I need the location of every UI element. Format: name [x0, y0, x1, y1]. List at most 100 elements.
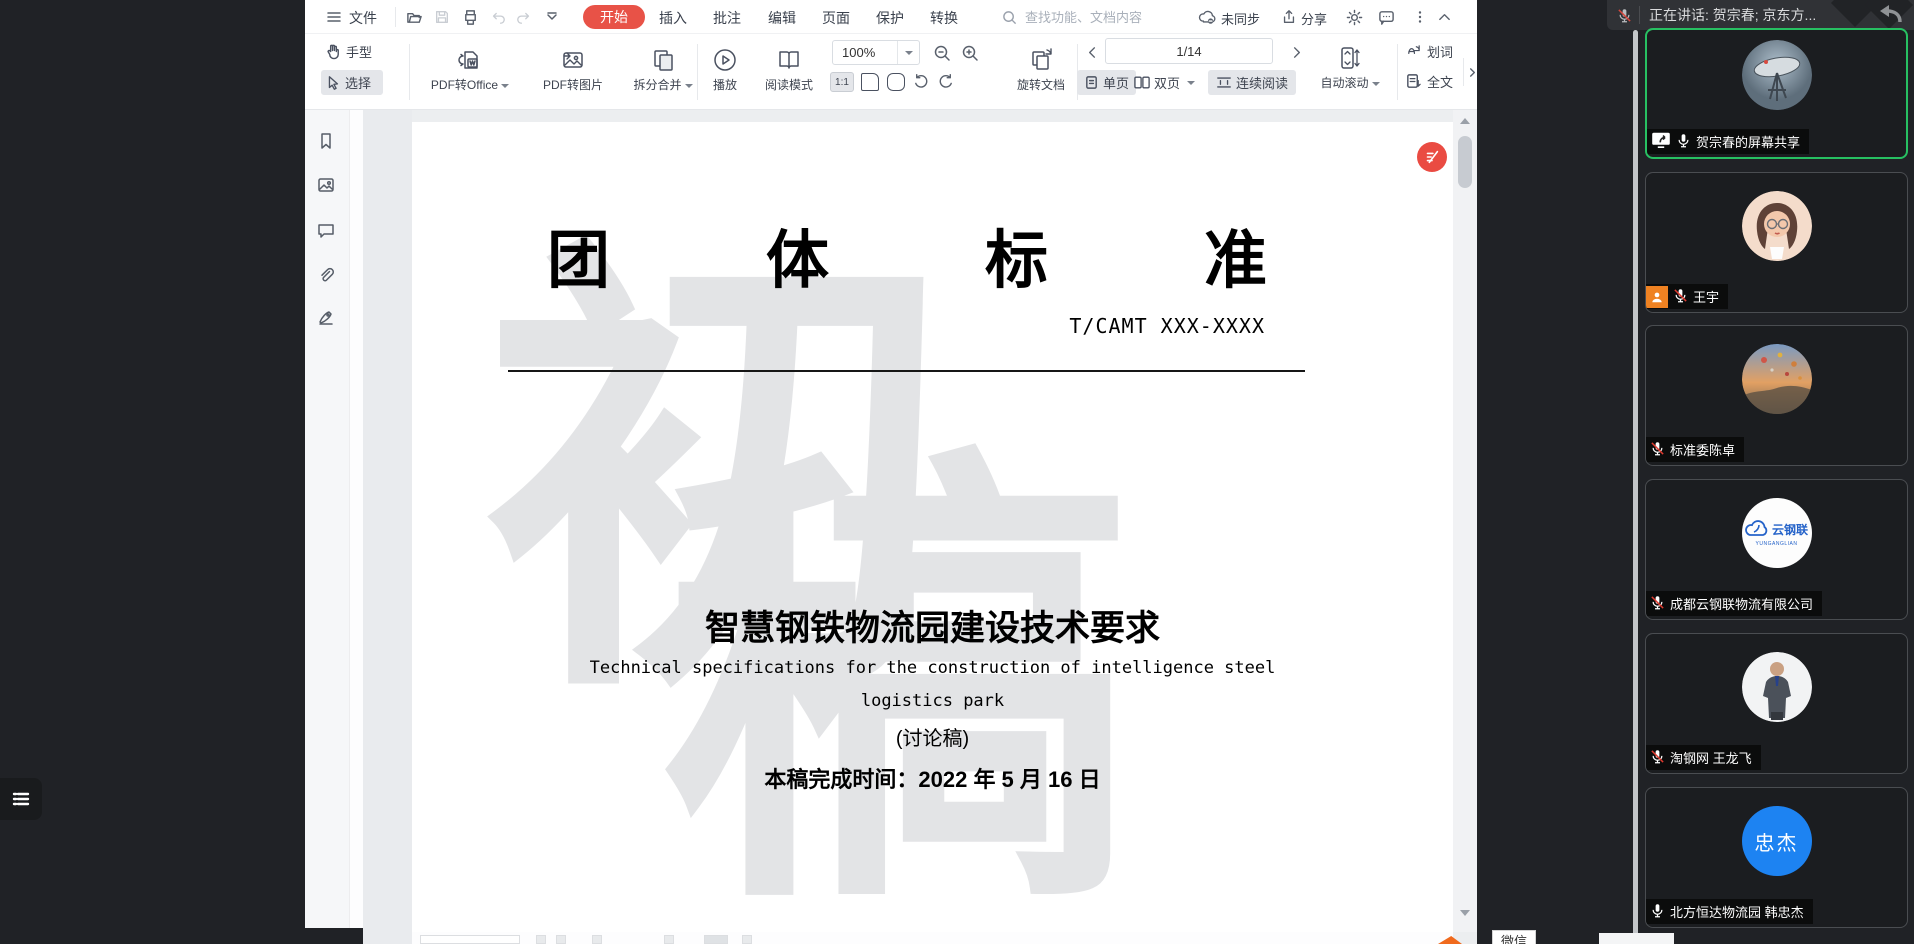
participant-label: 北方恒达物流园 韩忠杰: [1646, 899, 1813, 924]
tab-protect[interactable]: 保护: [876, 8, 904, 28]
list-icon: [10, 788, 32, 810]
page-indicator-input[interactable]: [1105, 38, 1273, 64]
actual-size-button[interactable]: 1:1: [830, 72, 854, 92]
caret-down-icon: [501, 84, 509, 88]
edit-disabled-badge[interactable]: [1417, 142, 1447, 172]
participant-tile[interactable]: 标准委陈卓: [1645, 325, 1908, 466]
left-tool-strip: [305, 110, 350, 928]
zoom-level-select[interactable]: 100%: [832, 40, 920, 65]
full-text-button[interactable]: 全文: [1405, 72, 1453, 91]
hamburger-menu-icon[interactable]: [325, 8, 343, 26]
participant-tile[interactable]: 贺宗春的屏幕共享: [1645, 28, 1908, 159]
app-user-badge-icon: [1646, 286, 1668, 308]
zoom-in-icon[interactable]: [961, 44, 979, 62]
double-page-button[interactable]: 双页: [1129, 70, 1200, 95]
split-merge-icon: [617, 44, 709, 76]
continuous-read-button[interactable]: 连续阅读: [1208, 70, 1296, 95]
feedback-chat-icon[interactable]: [1377, 8, 1395, 26]
word-pick-button[interactable]: 划词: [1405, 42, 1453, 61]
participant-tile[interactable]: 忠杰 北方恒达物流园 韩忠杰: [1645, 787, 1908, 928]
attachment-icon[interactable]: [317, 266, 337, 286]
select-tool[interactable]: 选择: [321, 70, 383, 95]
settings-gear-icon[interactable]: [1345, 8, 1363, 26]
pdf-to-office-button[interactable]: PDF转Office: [417, 44, 523, 93]
single-page-label: 单页: [1103, 73, 1129, 92]
fit-page-icon[interactable]: [887, 73, 905, 96]
toolbar-expander-icon[interactable]: [1463, 58, 1481, 86]
signature-stamp-icon[interactable]: [317, 308, 337, 328]
read-mode-button[interactable]: 阅读模式: [753, 44, 825, 93]
completion-date: 本稿完成时间：2022 年 5 月 16 日: [412, 762, 1453, 794]
avatar: 忠杰: [1742, 806, 1812, 876]
participant-label: 淘钢网 王龙飞: [1646, 745, 1761, 770]
mic-on-icon: [1650, 903, 1665, 921]
next-page-icon[interactable]: [1287, 43, 1305, 61]
document-page[interactable]: 初 稿 团 体 标 准 T/CAMT XXX-XXXX 智慧钢铁物流园建设技术要…: [412, 122, 1453, 932]
zoom-select-caret[interactable]: [897, 41, 919, 64]
prev-page-icon[interactable]: [1083, 43, 1101, 61]
zoom-out-icon[interactable]: [933, 44, 951, 62]
participant-name: 标准委陈卓: [1670, 440, 1735, 459]
menu-file[interactable]: 文件: [349, 8, 377, 28]
cloud-sync-icon[interactable]: [1198, 8, 1216, 26]
tab-edit[interactable]: 编辑: [768, 8, 796, 28]
single-page-button[interactable]: 单页: [1077, 70, 1136, 95]
tab-insert[interactable]: 插入: [659, 8, 687, 28]
participant-list-scrollbar[interactable]: [1633, 30, 1638, 944]
avatar: [1742, 40, 1812, 110]
reply-arrow-icon[interactable]: [1876, 2, 1904, 31]
document-scrollbar[interactable]: [1453, 110, 1477, 932]
scroll-down-icon[interactable]: [1460, 910, 1470, 916]
open-file-icon[interactable]: [405, 8, 423, 26]
kebab-menu-icon[interactable]: [1411, 8, 1429, 26]
undo-icon[interactable]: [489, 8, 507, 26]
participant-tile[interactable]: 淘钢网 王龙飞: [1645, 633, 1908, 774]
search-input[interactable]: [1023, 9, 1173, 26]
logo-text: 云钢联: [1772, 521, 1808, 538]
play-button[interactable]: 播放: [701, 44, 749, 93]
tab-convert[interactable]: 转换: [930, 8, 958, 28]
share-label[interactable]: 分享: [1301, 9, 1327, 28]
thumbnails-icon[interactable]: [317, 176, 337, 196]
status-fragment: [664, 935, 674, 944]
hand-tool[interactable]: 手型: [325, 42, 372, 61]
status-bar: [412, 932, 1453, 944]
bookmark-icon[interactable]: [317, 132, 337, 152]
play-label: 播放: [713, 78, 737, 92]
rotate-ccw-icon[interactable]: [911, 72, 929, 90]
sync-status-label: 未同步: [1221, 9, 1260, 28]
collapse-toolbar-icon[interactable]: [1435, 8, 1453, 26]
more-tools-caret-icon[interactable]: [543, 8, 561, 26]
save-icon[interactable]: [433, 8, 451, 26]
split-merge-button[interactable]: 拆分合并: [617, 44, 709, 93]
search-icon: [1002, 10, 1017, 25]
redo-icon[interactable]: [515, 8, 533, 26]
status-fragment: [742, 935, 752, 944]
scroll-up-icon[interactable]: [1460, 118, 1470, 124]
tab-start[interactable]: 开始: [583, 5, 645, 29]
search-box[interactable]: [1002, 5, 1182, 29]
print-icon[interactable]: [461, 8, 479, 26]
wechat-tooltip: 微信: [1492, 930, 1536, 944]
divider: [395, 7, 396, 27]
participant-tile[interactable]: 王宇: [1645, 172, 1908, 313]
comments-icon[interactable]: [317, 222, 337, 242]
docked-widget[interactable]: [0, 778, 42, 820]
auto-scroll-label: 自动滚动: [1320, 76, 1368, 90]
document-title: 智慧钢铁物流园建设技术要求: [412, 600, 1453, 651]
avatar-initials: 忠杰: [1755, 827, 1799, 856]
tab-comment[interactable]: 批注: [713, 8, 741, 28]
share-icon[interactable]: [1280, 8, 1298, 26]
scrollbar-thumb[interactable]: [1458, 136, 1472, 188]
pdf-app-window: 文件 开始 插入 批注 编辑 页面 保: [305, 0, 1477, 944]
rotate-cw-icon[interactable]: [937, 72, 955, 90]
tab-page[interactable]: 页面: [822, 8, 850, 28]
fit-width-icon[interactable]: [861, 73, 879, 96]
participant-tile[interactable]: 云钢联 YUNGANGLIAN 成都云钢联物流有限公司: [1645, 479, 1908, 620]
auto-scroll-button[interactable]: 自动滚动: [1310, 42, 1390, 91]
read-mode-icon: [753, 44, 825, 76]
rotate-doc-button[interactable]: 旋转文档: [997, 44, 1085, 93]
pdf-to-image-button[interactable]: PDF转图片: [527, 44, 619, 93]
rotate-doc-icon: [997, 44, 1085, 76]
toolbar: 手型 选择 PDF转Office PDF转图片: [305, 34, 1477, 110]
